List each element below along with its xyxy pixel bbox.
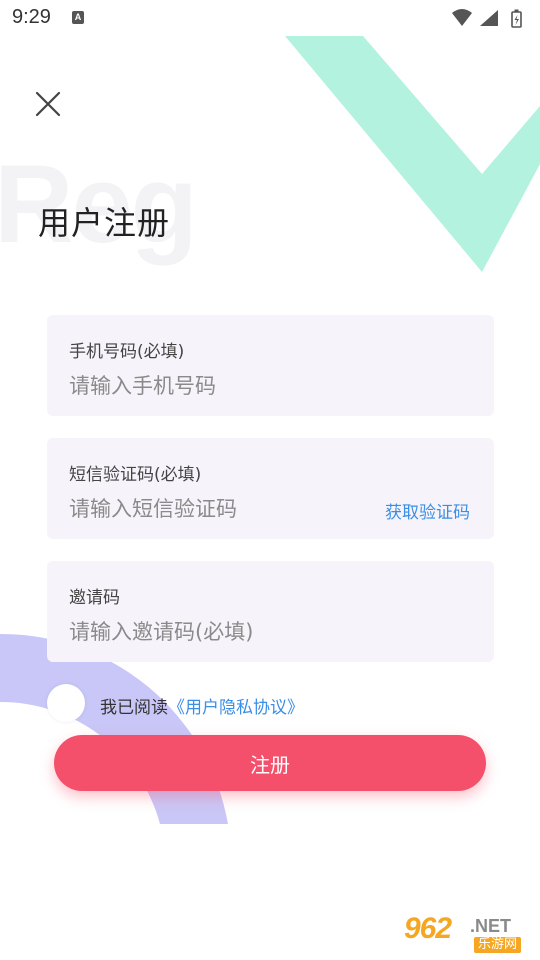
phone-field: 手机号码(必填) xyxy=(47,315,494,416)
phone-input[interactable] xyxy=(69,369,349,403)
invite-code-input[interactable] xyxy=(69,615,349,649)
invite-code-field: 邀请码 xyxy=(47,561,494,662)
page-title: 用户注册 xyxy=(38,204,171,242)
phone-label: 手机号码(必填) xyxy=(69,342,185,362)
privacy-policy-link[interactable]: 《用户隐私协议》 xyxy=(168,698,304,718)
close-icon xyxy=(35,91,61,117)
invite-code-label: 邀请码 xyxy=(69,588,120,608)
get-code-button[interactable]: 获取验证码 xyxy=(385,498,470,523)
agreement-text: 我已阅读《用户隐私协议》 xyxy=(100,693,304,718)
logo-number: 962 xyxy=(404,912,452,945)
signal-icon xyxy=(480,10,498,26)
register-button[interactable]: 注册 xyxy=(54,735,486,791)
status-icons xyxy=(452,9,522,28)
status-time: 9:29 xyxy=(12,6,51,28)
notification-a-icon: A xyxy=(72,11,84,24)
sms-code-label: 短信验证码(必填) xyxy=(69,465,202,485)
sms-code-input[interactable] xyxy=(69,492,339,526)
wifi-icon xyxy=(452,9,472,26)
decorative-check-shape xyxy=(285,36,540,272)
battery-icon xyxy=(511,9,522,28)
logo-cn: 乐游网 xyxy=(474,937,522,953)
site-watermark-logo: 962 .NET 乐游网 xyxy=(400,912,536,956)
logo-suffix: .NET xyxy=(470,916,512,936)
status-bar: 9:29 A xyxy=(0,0,540,36)
agreement-prefix: 我已阅读 xyxy=(100,698,168,718)
sms-code-field: 短信验证码(必填) 获取验证码 xyxy=(47,438,494,539)
close-button[interactable] xyxy=(30,86,66,122)
agreement-checkbox[interactable] xyxy=(47,684,85,722)
